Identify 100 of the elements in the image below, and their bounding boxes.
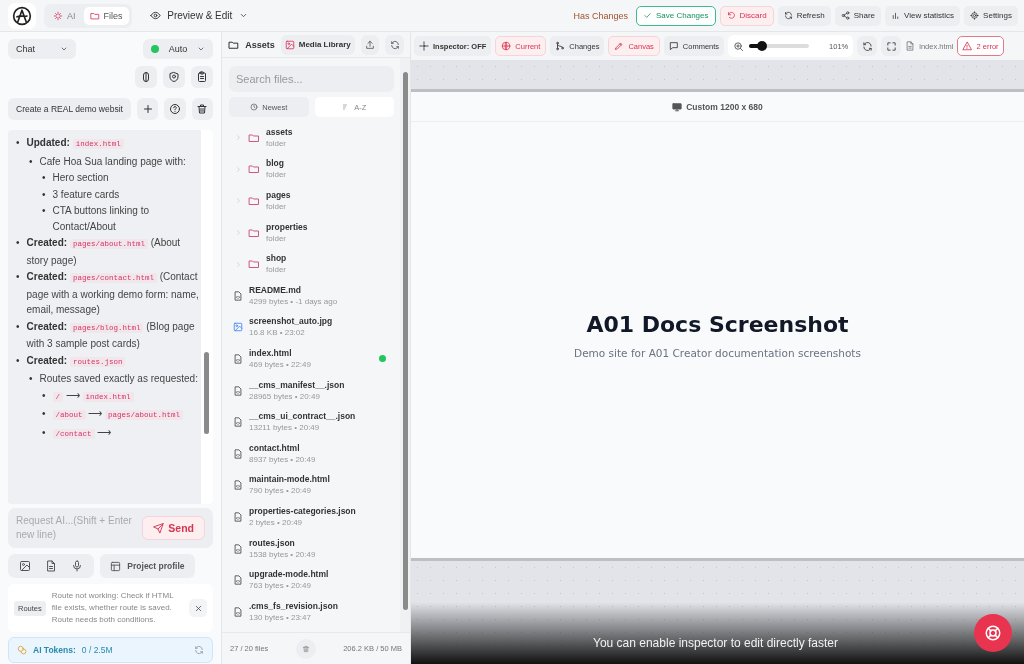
action-button[interactable]: Share [834, 5, 881, 26]
file-icon [233, 290, 243, 301]
trash-icon [301, 644, 310, 653]
project-profile-button[interactable]: Project profile [100, 554, 195, 578]
folder-row[interactable]: properties folder [229, 216, 394, 249]
chevron-down-icon [60, 45, 68, 53]
trash-icon [196, 103, 209, 115]
model-select[interactable]: Auto [143, 39, 213, 59]
close-icon [193, 603, 203, 613]
refresh-icon [389, 39, 400, 50]
mode-select[interactable]: Chat [8, 39, 76, 59]
settings-icon [970, 11, 980, 20]
folder-name: properties [266, 221, 309, 233]
file-row[interactable]: maintain-mode.html 790 bytes • 20:49 [229, 469, 394, 502]
status-label: Has Changes [573, 10, 628, 21]
hint-text: You can enable inspector to edit directly faster [593, 636, 839, 650]
file-row[interactable]: __cms_manifest__.json 28965 bytes • 20:49 [229, 374, 394, 407]
file-name: README.md [249, 284, 302, 296]
list-bullet: • [16, 270, 20, 284]
shield-button[interactable] [163, 66, 185, 88]
file-row[interactable]: upgrade-mode.html 763 bytes • 20:49 [229, 564, 394, 596]
folder-row[interactable]: pages folder [229, 185, 394, 217]
help-button[interactable] [164, 98, 186, 120]
list-bullet: • [42, 425, 46, 440]
file-meta: 790 bytes • 20:49 [249, 485, 312, 497]
message-input[interactable]: Request AI...(Shift + Enter new line) Send [8, 508, 213, 548]
plus-icon [141, 103, 154, 115]
file-name: screenshot_auto.jpg [249, 316, 334, 328]
folder-meta: folder [266, 232, 287, 244]
action-button[interactable]: Discard [719, 5, 774, 26]
file-row[interactable]: index.html 469 bytes • 22:49 [229, 343, 394, 375]
list-bullet: • [16, 353, 20, 368]
file-meta: 4299 bytes • -1 days ago [249, 295, 339, 307]
new-chat-button[interactable] [137, 98, 159, 120]
file-meta: 8937 bytes • 20:49 [249, 453, 317, 465]
file-name: maintain-mode.html [249, 474, 331, 486]
zoom-slider[interactable] [749, 44, 810, 48]
close-button[interactable] [189, 599, 207, 617]
document-icon [45, 560, 57, 572]
file-meta: 16.8 KB • 23:02 [249, 327, 306, 339]
file-row[interactable]: contact.html 8937 bytes • 20:49 [229, 437, 394, 470]
mode-tab[interactable]: Files [83, 6, 129, 25]
capsule-icon [140, 71, 152, 83]
chevron-down-icon [239, 11, 249, 20]
logo-button[interactable] [8, 2, 36, 29]
list-bullet: • [16, 236, 20, 250]
file-name: routes.json [249, 537, 296, 549]
folder-row[interactable]: shop folder [229, 248, 394, 280]
fullscreen-button[interactable] [881, 36, 902, 56]
crosshair-icon [419, 41, 429, 51]
file-icon [233, 606, 243, 617]
action-button[interactable]: Refresh [777, 5, 831, 26]
folder-row[interactable]: assets folder [229, 122, 394, 154]
action-button[interactable]: Save Changes [636, 5, 716, 26]
chevron-right-icon [235, 134, 242, 142]
file-row[interactable]: __cms_ui_contract__.json 13211 bytes • 20:49 [229, 406, 394, 438]
folder-meta: folder [266, 201, 287, 212]
file-meta: 469 bytes • 22:49 [249, 358, 312, 370]
file-name: upgrade-mode.html [249, 569, 330, 581]
session-select[interactable]: Create a REAL demo websit [8, 98, 132, 120]
scrollbar[interactable] [201, 130, 213, 504]
viewport-label: Custom 1200 x 680 [411, 92, 1024, 122]
folder-row[interactable]: blog folder [229, 153, 394, 186]
file-icon [233, 480, 243, 491]
file-row[interactable]: README.md 4299 bytes • -1 days ago [229, 279, 394, 312]
file-row[interactable]: routes.json 1538 bytes • 20:49 [229, 532, 394, 565]
file-row[interactable]: properties-categories.json 2 bytes • 20:49 [229, 501, 394, 533]
folder-icon [248, 226, 260, 239]
clipboard-icon [196, 71, 208, 83]
file-name: __cms_manifest__.json [249, 379, 346, 391]
folder-name: shop [266, 253, 288, 265]
folder-name: assets [266, 126, 294, 138]
chevron-down-icon [197, 45, 205, 53]
scrollbar[interactable] [400, 58, 410, 632]
folder-icon [248, 258, 260, 271]
notice-text: Route not working: Check if HTML file exists, whether route is saved. Route needs both conditions. [51, 590, 175, 626]
refresh-button[interactable] [857, 36, 878, 56]
image-icon [233, 322, 243, 333]
refresh-button[interactable] [385, 34, 404, 55]
file-icon [233, 448, 243, 459]
upload-button[interactable] [360, 34, 380, 55]
file-name: __cms_ui_contract__.json [249, 411, 357, 423]
view-menu[interactable]: Preview & Edit [143, 9, 255, 22]
action-button[interactable]: Settings [964, 5, 1018, 26]
file-icon [233, 353, 243, 364]
send-button[interactable]: Send [142, 516, 205, 540]
capsule-button[interactable] [135, 66, 157, 88]
eye-icon [149, 10, 161, 21]
action-button[interactable]: View statistics [885, 5, 961, 26]
help-icon [169, 103, 182, 115]
send-icon [153, 522, 165, 534]
clock-icon [250, 103, 259, 111]
clipboard-button[interactable] [191, 66, 213, 88]
message-line: Hero section [52, 171, 110, 185]
delete-button[interactable] [191, 98, 213, 120]
layout-icon [110, 560, 121, 572]
file-row[interactable]: .cms_fs_revision.json 130 bytes • 23:47 [229, 595, 394, 628]
file-row[interactable]: screenshot_auto.jpg 16.8 KB • 23:02 [229, 311, 394, 344]
folder-meta: folder [266, 137, 287, 149]
media-library-button[interactable]: Media Library [280, 34, 355, 55]
